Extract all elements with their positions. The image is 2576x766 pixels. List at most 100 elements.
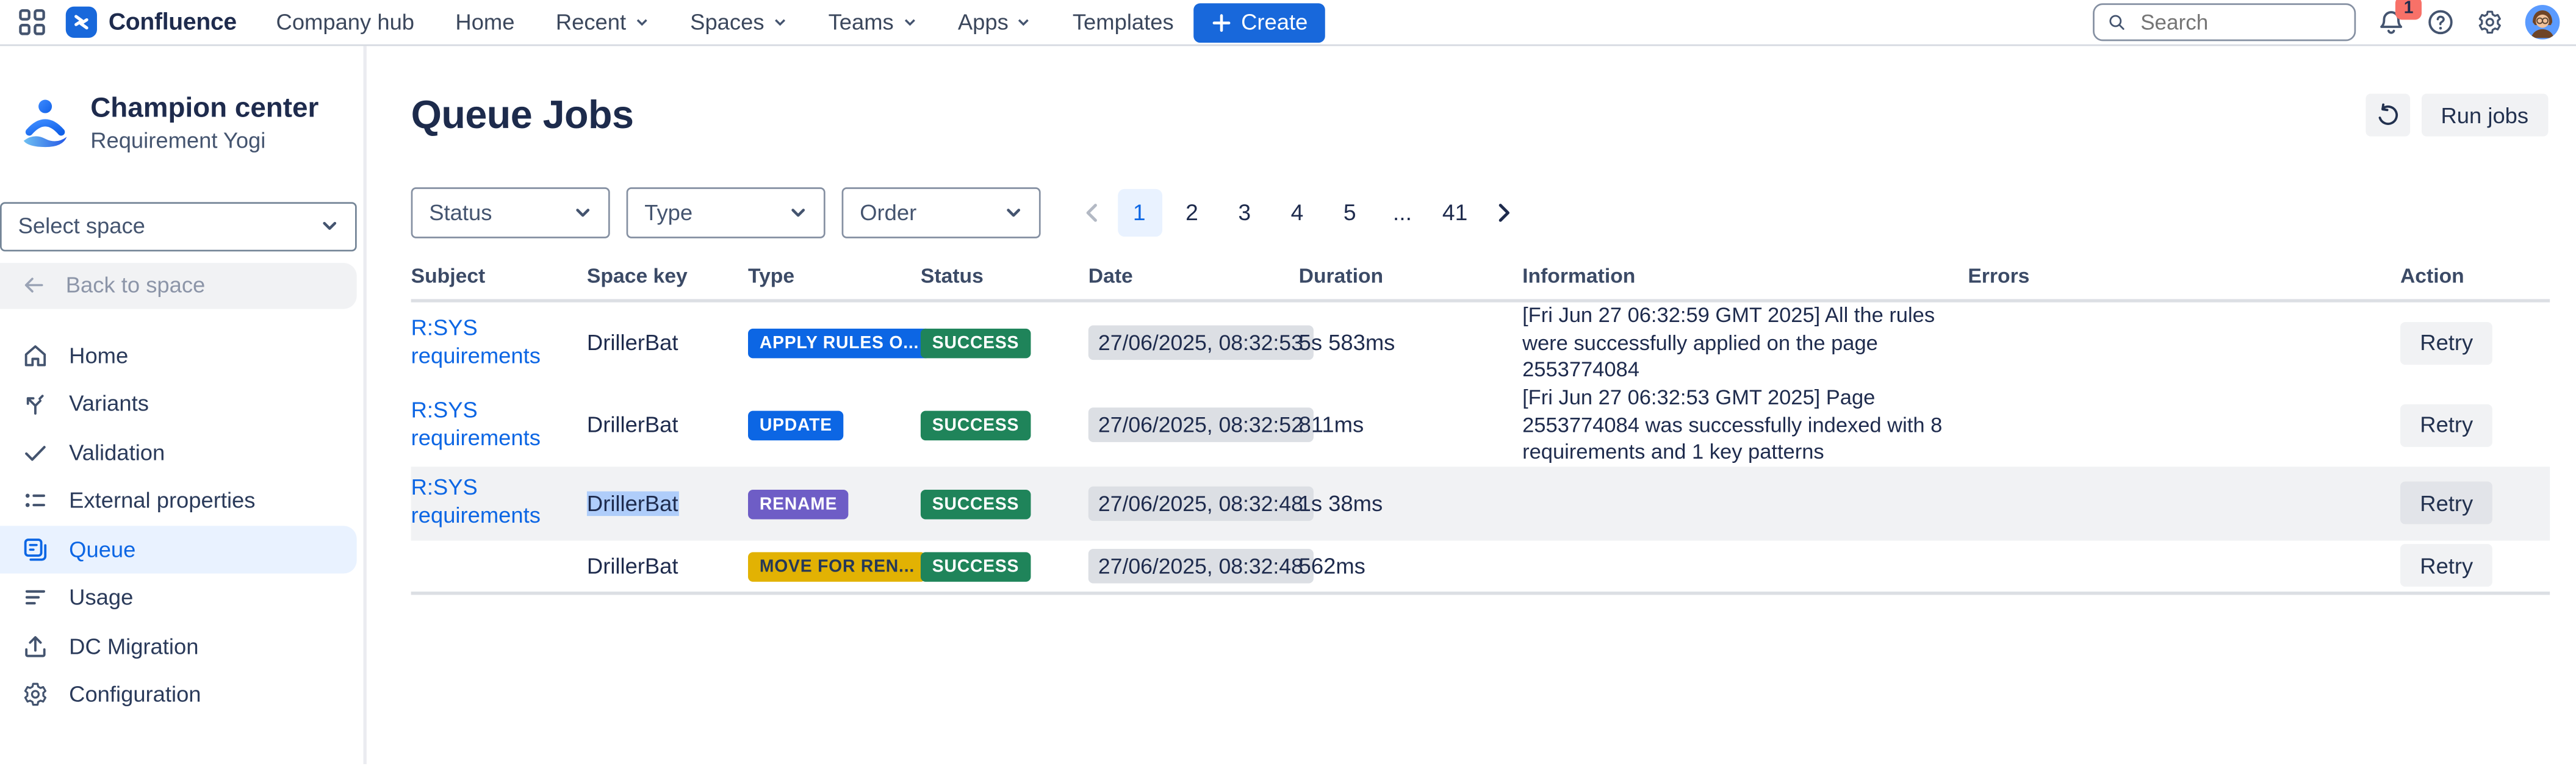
refresh-button[interactable] [2366, 94, 2410, 137]
date-cell: 27/06/2025, 08:32:53 [1088, 326, 1299, 361]
action-cell: Retry [2400, 545, 2550, 587]
nav-teams[interactable]: Teams [829, 10, 917, 34]
pagination-page-4[interactable]: 4 [1275, 189, 1320, 237]
nav-spaces[interactable]: Spaces [690, 10, 787, 34]
run-jobs-button[interactable]: Run jobs [2421, 94, 2548, 137]
selected-text: DrillerBat [587, 491, 678, 515]
action-cell: Retry [2400, 404, 2550, 446]
pagination-page-2[interactable]: 2 [1170, 189, 1214, 237]
table-header-row: Subject Space key Type Status Date Durat… [411, 265, 2550, 302]
subject-link[interactable]: R:SYS requirements [411, 315, 570, 371]
help-button[interactable] [2427, 8, 2455, 36]
sidebar-item-label: External properties [69, 489, 255, 513]
nav-recent[interactable]: Recent [556, 10, 649, 34]
search-input[interactable] [2137, 8, 2341, 36]
date-cell: 27/06/2025, 08:32:48 [1088, 548, 1299, 583]
chevron-right-icon [1494, 202, 1512, 223]
sidebar-item-usage[interactable]: Usage [0, 574, 357, 622]
page-actions: Run jobs [2366, 94, 2549, 137]
status-filter-value: Status [429, 201, 492, 225]
retry-button[interactable]: Retry [2400, 322, 2493, 365]
type-filter-select[interactable]: Type [627, 187, 826, 238]
sidebar-item-label: Home [69, 343, 128, 368]
retry-button[interactable]: Retry [2400, 482, 2493, 524]
sidebar-item-label: Usage [69, 585, 133, 610]
pagination-ellipsis: ... [1380, 189, 1425, 237]
subject-link[interactable]: R:SYS requirements [411, 398, 570, 453]
sidebar-item-configuration[interactable]: Configuration [0, 670, 357, 718]
pagination-page-5[interactable]: 5 [1328, 189, 1372, 237]
pagination-page-41[interactable]: 41 [1433, 189, 1477, 237]
sidebar-item-home[interactable]: Home [0, 331, 357, 379]
nav-company-hub[interactable]: Company hub [276, 10, 415, 34]
status-badge: SUCCESS [921, 552, 1031, 582]
pagination-page-3[interactable]: 3 [1222, 189, 1267, 237]
pagination: 1 2 3 4 5 ... 41 [1070, 189, 1524, 237]
status-cell: SUCCESS [921, 550, 1088, 581]
refresh-icon [2375, 102, 2400, 128]
user-avatar[interactable] [2525, 5, 2560, 40]
arrow-left-icon [21, 273, 46, 297]
chevron-down-icon [320, 217, 339, 235]
space-select-dropdown[interactable]: Select space [0, 201, 357, 251]
type-cell: APPLY RULES O... [748, 328, 921, 359]
date-chip: 27/06/2025, 08:32:53 [1088, 326, 1313, 361]
check-icon [21, 438, 49, 467]
header-errors: Errors [1968, 265, 2400, 288]
sidebar-item-label: Validation [69, 440, 165, 465]
main-content: Queue Jobs Run jobs Status Type [367, 46, 2576, 764]
chevron-down-icon [1016, 15, 1031, 29]
pagination-page-1[interactable]: 1 [1117, 189, 1162, 237]
status-cell: SUCCESS [921, 328, 1088, 359]
status-filter-select[interactable]: Status [411, 187, 610, 238]
type-badge: APPLY RULES O... [748, 329, 930, 359]
search-box[interactable] [2093, 3, 2356, 41]
create-button[interactable]: Create [1193, 2, 1326, 42]
nav-home[interactable]: Home [455, 10, 514, 34]
header-action: Action [2400, 265, 2550, 288]
sidebar-item-dc-migration[interactable]: DC Migration [0, 622, 357, 670]
home-icon [21, 342, 49, 370]
retry-button[interactable]: Retry [2400, 545, 2493, 587]
date-chip: 27/06/2025, 08:32:52 [1088, 408, 1313, 443]
confluence-logo-icon [66, 7, 97, 38]
app-subtitle: Requirement Yogi [90, 127, 318, 152]
sidebar-item-validation[interactable]: Validation [0, 428, 357, 476]
product-name: Confluence [109, 9, 237, 35]
information-cell: [Fri Jun 27 06:32:59 GMT 2025] All the r… [1522, 302, 1968, 384]
header-type: Type [748, 265, 921, 288]
queue-pages-icon [21, 535, 49, 564]
confluence-brand[interactable]: Confluence [66, 7, 237, 38]
header-space-key: Space key [587, 265, 748, 288]
date-chip: 27/06/2025, 08:32:48 [1088, 486, 1313, 521]
nav-apps[interactable]: Apps [958, 10, 1032, 34]
table-row: DrillerBat MOVE FOR REN... SUCCESS 27/06… [411, 540, 2550, 595]
order-filter-select[interactable]: Order [842, 187, 1041, 238]
avatar-image [2525, 5, 2560, 40]
notifications-button[interactable]: 1 [2377, 8, 2405, 36]
upload-icon [21, 632, 49, 660]
sidebar-item-label: Configuration [69, 682, 201, 707]
back-to-space-button[interactable]: Back to space [0, 262, 357, 308]
retry-button[interactable]: Retry [2400, 404, 2493, 446]
sidebar-item-variants[interactable]: Variants [0, 380, 357, 428]
settings-button[interactable] [2476, 8, 2504, 36]
header-date: Date [1088, 265, 1299, 288]
usage-lines-icon [21, 584, 49, 612]
space-key-cell: DrillerBat [587, 553, 748, 578]
app-header: Champion center Requirement Yogi [0, 46, 363, 152]
date-cell: 27/06/2025, 08:32:48 [1088, 486, 1299, 521]
space-key-cell: DrillerBat [587, 413, 748, 437]
duration-cell: 811ms [1299, 413, 1522, 437]
duration-cell: 5s 583ms [1299, 331, 1522, 356]
date-cell: 27/06/2025, 08:32:52 [1088, 408, 1299, 443]
app-switcher-icon[interactable] [13, 4, 49, 40]
pagination-prev-button[interactable] [1074, 189, 1110, 237]
subject-link[interactable]: R:SYS requirements [411, 476, 570, 531]
sidebar-item-external-properties[interactable]: External properties [0, 477, 357, 525]
nav-templates[interactable]: Templates [1073, 10, 1174, 34]
pagination-next-button[interactable] [1484, 189, 1520, 237]
gear-icon [21, 681, 49, 709]
status-badge: SUCCESS [921, 411, 1031, 441]
sidebar-item-queue[interactable]: Queue [0, 525, 357, 573]
